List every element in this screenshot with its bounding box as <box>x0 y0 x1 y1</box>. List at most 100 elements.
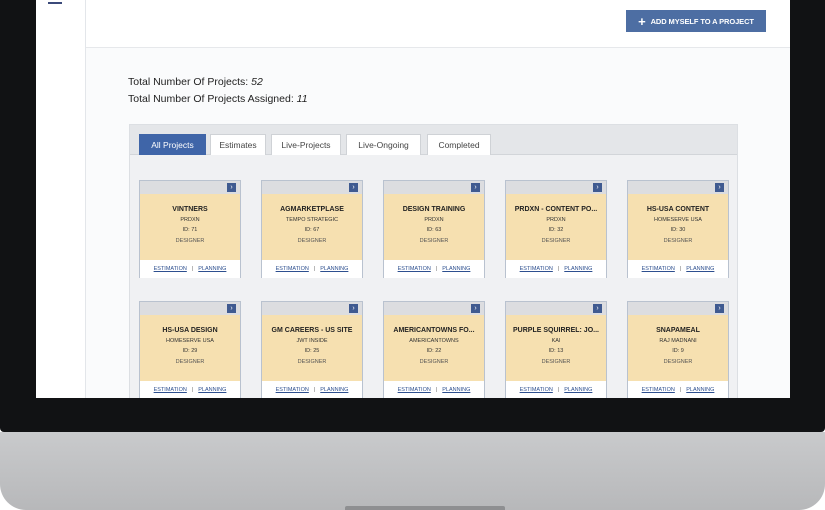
estimation-link[interactable]: ESTIMATION <box>398 387 431 393</box>
link-separator: | <box>557 266 560 272</box>
estimation-link[interactable]: ESTIMATION <box>642 266 675 272</box>
card-body: PURPLE SQUIRREL: JO... KAI ID: 13 DESIGNER <box>506 315 606 381</box>
card-links: ESTIMATION | PLANNING <box>384 381 484 398</box>
project-id: ID: 71 <box>182 227 198 233</box>
planning-link[interactable]: PLANNING <box>198 266 226 272</box>
estimation-link[interactable]: ESTIMATION <box>276 266 309 272</box>
card-header: › <box>628 302 728 315</box>
project-role: DESIGNER <box>663 359 693 365</box>
chevron-right-icon[interactable]: › <box>349 183 358 192</box>
assigned-projects-value: 11 <box>296 93 308 105</box>
project-role: DESIGNER <box>175 359 205 365</box>
project-id: ID: 30 <box>670 227 686 233</box>
project-card[interactable]: › GM CAREERS - US SITE JWT INSIDE ID: 25 DES… <box>261 301 363 398</box>
card-header: › <box>140 302 240 315</box>
tab-all-projects[interactable]: All Projects <box>139 134 206 155</box>
estimation-link[interactable]: ESTIMATION <box>154 266 187 272</box>
card-links: ESTIMATION | PLANNING <box>140 260 240 278</box>
chevron-right-icon[interactable]: › <box>593 304 602 313</box>
card-body: GM CAREERS - US SITE JWT INSIDE ID: 25 DESI… <box>262 315 362 381</box>
estimation-link[interactable]: ESTIMATION <box>398 266 431 272</box>
planning-link[interactable]: PLANNING <box>564 387 592 393</box>
estimation-link[interactable]: ESTIMATION <box>154 387 187 393</box>
card-header: › <box>384 302 484 315</box>
project-card[interactable]: › HS-USA DESIGN HOMESERVE USA ID: 29 DESIGNE… <box>139 301 241 398</box>
project-title: HS-USA CONTENT <box>646 206 710 213</box>
project-role: DESIGNER <box>419 238 449 244</box>
project-role: DESIGNER <box>541 238 571 244</box>
chevron-right-icon[interactable]: › <box>593 183 602 192</box>
plus-icon: + <box>638 13 646 29</box>
tab-live-ongoing[interactable]: Live-Ongoing <box>346 134 421 155</box>
project-card[interactable]: › DESIGN TRAINING PRDXN ID: 63 DESIGNER ESTIM… <box>383 180 485 278</box>
estimation-link[interactable]: ESTIMATION <box>276 387 309 393</box>
chevron-right-icon[interactable]: › <box>227 183 236 192</box>
total-projects-line: Total Number Of Projects: 52 <box>128 74 308 91</box>
project-client: RAJ MADNANI <box>659 338 697 344</box>
chevron-right-icon[interactable]: › <box>471 304 480 313</box>
chevron-right-icon[interactable]: › <box>715 304 724 313</box>
project-card[interactable]: › AMERICANTOWNS FO... AMERICANTOWNS ID: 22 D… <box>383 301 485 398</box>
project-card[interactable]: › HS-USA CONTENT HOMESERVE USA ID: 30 DESIGN… <box>627 180 729 278</box>
link-separator: | <box>557 387 560 393</box>
chevron-right-icon[interactable]: › <box>349 304 358 313</box>
project-id: ID: 32 <box>548 227 564 233</box>
project-id: ID: 22 <box>426 348 442 354</box>
add-myself-to-project-button[interactable]: + ADD MYSELF TO A PROJECT <box>626 10 766 32</box>
project-title: AMERICANTOWNS FO... <box>393 327 475 334</box>
card-body: AGMARKETPLASE TEMPO STRATEGIC ID: 67 DESIGN… <box>262 194 362 260</box>
planning-link[interactable]: PLANNING <box>442 266 470 272</box>
planning-link[interactable]: PLANNING <box>320 387 348 393</box>
chevron-right-icon[interactable]: › <box>715 183 724 192</box>
tab-completed[interactable]: Completed <box>427 134 491 155</box>
project-card[interactable]: › SNAPAMEAL RAJ MADNANI ID: 9 DESIGNER ESTIMA… <box>627 301 729 398</box>
menu-icon[interactable] <box>48 0 62 6</box>
card-body: VINTNERS PRDXN ID: 71 DESIGNER <box>140 194 240 260</box>
tab-estimates[interactable]: Estimates <box>210 134 266 155</box>
estimation-link[interactable]: ESTIMATION <box>520 266 553 272</box>
card-links: ESTIMATION | PLANNING <box>384 260 484 278</box>
card-body: PRDXN - CONTENT PO... PRDXN ID: 32 DESIGNER <box>506 194 606 260</box>
card-links: ESTIMATION | PLANNING <box>140 381 240 398</box>
estimation-link[interactable]: ESTIMATION <box>642 387 675 393</box>
project-card[interactable]: › AGMARKETPLASE TEMPO STRATEGIC ID: 67 DESIG… <box>261 180 363 278</box>
project-card[interactable]: › PURPLE SQUIRREL: JO... KAI ID: 13 DESIGNER… <box>505 301 607 398</box>
project-card[interactable]: › PRDXN - CONTENT PO... PRDXN ID: 32 DESIGNE… <box>505 180 607 278</box>
project-tabs: All Projects Estimates Live-Projects Liv… <box>130 125 737 155</box>
add-button-label: ADD MYSELF TO A PROJECT <box>650 16 754 26</box>
tab-live-projects[interactable]: Live-Projects <box>271 134 341 155</box>
card-body: DESIGN TRAINING PRDXN ID: 63 DESIGNER <box>384 194 484 260</box>
project-title: HS-USA DESIGN <box>162 327 218 334</box>
planning-link[interactable]: PLANNING <box>198 387 226 393</box>
planning-link[interactable]: PLANNING <box>442 387 470 393</box>
project-client: PRDXN <box>180 217 200 223</box>
planning-link[interactable]: PLANNING <box>686 266 714 272</box>
project-id: ID: 9 <box>672 348 684 354</box>
card-links: ESTIMATION | PLANNING <box>262 381 362 398</box>
chevron-right-icon[interactable]: › <box>227 304 236 313</box>
planning-link[interactable]: PLANNING <box>320 266 348 272</box>
project-client: TEMPO STRATEGIC <box>285 217 339 223</box>
planning-link[interactable]: PLANNING <box>686 387 714 393</box>
monitor-stand <box>345 506 505 510</box>
project-role: DESIGNER <box>297 238 327 244</box>
project-title: PRDXN - CONTENT PO... <box>514 206 598 213</box>
link-separator: | <box>679 387 682 393</box>
planning-link[interactable]: PLANNING <box>564 266 592 272</box>
card-links: ESTIMATION | PLANNING <box>628 381 728 398</box>
card-links: ESTIMATION | PLANNING <box>628 260 728 278</box>
card-body: AMERICANTOWNS FO... AMERICANTOWNS ID: 22 DE… <box>384 315 484 381</box>
project-card[interactable]: › VINTNERS PRDXN ID: 71 DESIGNER ESTIMATION | P… <box>139 180 241 278</box>
estimation-link[interactable]: ESTIMATION <box>520 387 553 393</box>
total-projects-label: Total Number Of Projects: <box>128 76 249 88</box>
card-header: › <box>384 181 484 194</box>
card-header: › <box>262 181 362 194</box>
project-role: DESIGNER <box>541 359 571 365</box>
monitor-bezel: + ADD MYSELF TO A PROJECT Total Number O… <box>0 0 825 432</box>
project-client: JWT INSIDE <box>296 338 328 344</box>
project-id: ID: 25 <box>304 348 320 354</box>
total-projects-value: 52 <box>251 76 263 88</box>
card-links: ESTIMATION | PLANNING <box>506 260 606 278</box>
project-title: AGMARKETPLASE <box>280 206 344 213</box>
chevron-right-icon[interactable]: › <box>471 183 480 192</box>
